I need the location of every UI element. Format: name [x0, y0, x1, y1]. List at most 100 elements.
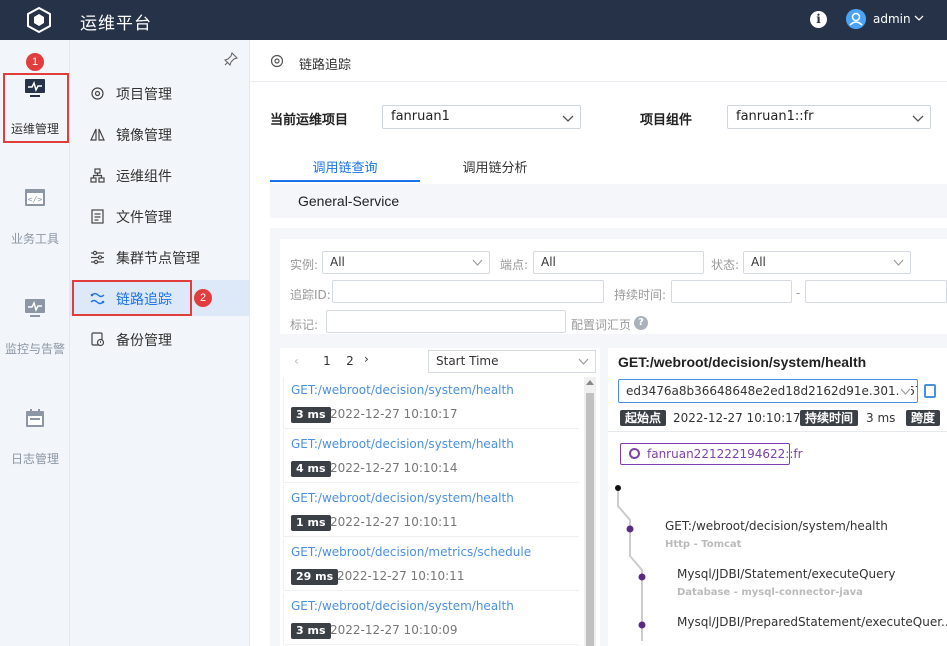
duration-max-input[interactable] — [805, 280, 947, 303]
code-window-icon: </> — [25, 189, 45, 206]
scroll-thumb[interactable] — [586, 393, 594, 646]
duration-value: 3 ms — [866, 411, 896, 425]
instance-select[interactable]: All — [322, 251, 490, 274]
gear-icon — [270, 54, 284, 68]
trace-time: 2022-12-27 10:10:09 — [330, 623, 458, 637]
trace-time: 2022-12-27 10:10:11 — [330, 515, 458, 529]
menu-item-link-trace[interactable]: 链路追踪 2 — [70, 280, 250, 316]
menu-item-cluster-nodes[interactable]: 集群节点管理 — [70, 239, 250, 275]
menu-item-label: 文件管理 — [116, 210, 172, 226]
chevron-down-icon — [900, 386, 911, 397]
file-icon — [91, 209, 104, 224]
trace-list-item[interactable]: GET:/webroot/decision/system/health 4 ms… — [283, 431, 579, 483]
trace-list-item[interactable]: GET:/webroot/decision/system/health 3 ms… — [283, 593, 579, 645]
start-value: 2022-12-27 10:10:17 — [673, 411, 801, 425]
help-icon[interactable]: ? — [634, 316, 648, 330]
rail-item-label: 业务工具 — [10, 232, 59, 246]
scroll-up-icon[interactable] — [586, 380, 594, 385]
menu-item-file-management[interactable]: 文件管理 — [70, 198, 250, 234]
filter-card: 实例: All 端点: All 状态: All 追踪ID: 持续时间: - 标记… — [280, 239, 947, 334]
pager-next-icon[interactable]: › — [364, 352, 369, 366]
service-bar: General-Service — [270, 184, 947, 218]
span-title[interactable]: Mysql/JDBI/Statement/executeQuery — [677, 567, 896, 581]
chevron-down-icon — [472, 259, 483, 266]
rail-item-label: 日志管理 — [10, 452, 59, 466]
info-icon[interactable]: i — [810, 11, 827, 28]
rail-item-logs[interactable]: 日志管理 — [0, 370, 70, 480]
menu-item-label: 运维组件 — [116, 169, 172, 185]
menu-item-label: 镜像管理 — [116, 128, 172, 144]
hierarchy-icon — [90, 168, 105, 183]
config-vocabulary-link[interactable]: 配置词汇页 — [571, 316, 631, 333]
rail-item-business-tools[interactable]: </> 业务工具 — [0, 150, 70, 260]
trace-list-scrollbar[interactable] — [584, 377, 596, 646]
menu-item-label: 链路追踪 — [116, 292, 172, 308]
mirror-triangle-icon — [90, 128, 105, 141]
trace-endpoint: GET:/webroot/decision/system/health — [291, 599, 514, 613]
menu-item-backup-management[interactable]: 备份管理 — [70, 321, 250, 357]
trace-duration-badge: 1 ms — [291, 515, 331, 531]
page-header: 链路追踪 — [250, 40, 947, 82]
span-subtitle: Database - mysql-connector-java — [677, 587, 863, 598]
menu-item-project-management[interactable]: 项目管理 — [70, 75, 250, 111]
component-circle-icon — [629, 448, 640, 459]
menu-item-ops-components[interactable]: 运维组件 — [70, 157, 250, 193]
span-subtitle: Http - Tomcat — [665, 539, 742, 550]
trace-endpoint: GET:/webroot/decision/metrics/schedule — [291, 545, 532, 559]
pulse-monitor-icon — [25, 299, 45, 317]
endpoint-label: 端点: — [500, 258, 529, 272]
tab-trace-query[interactable]: 调用链查询 — [270, 152, 420, 182]
span-tree-lines — [615, 485, 646, 641]
chevron-down-icon[interactable] — [913, 12, 925, 24]
tab-trace-analysis[interactable]: 调用链分析 — [420, 152, 570, 182]
pin-icon[interactable] — [224, 52, 238, 66]
rail-item-monitoring[interactable]: 监控与告警 — [0, 260, 70, 370]
user-avatar-icon[interactable] — [846, 9, 866, 29]
start-label-badge: 起始点 — [620, 410, 667, 426]
calendar-icon — [26, 409, 44, 427]
secondary-nav-menu: 项目管理 镜像管理 运维组件 文件管理 集群节点管理 链路追踪 2 备份管理 — [70, 40, 250, 646]
sort-select[interactable]: Start Time — [428, 350, 596, 373]
component-label: 项目组件 — [640, 113, 693, 128]
trace-id-input[interactable] — [332, 280, 604, 303]
component-select[interactable]: fanruan1::fr — [727, 105, 931, 129]
trace-duration-badge: 3 ms — [291, 407, 331, 423]
trace-list-item[interactable]: GET:/webroot/decision/system/health 1 ms… — [283, 485, 579, 537]
trace-id-select[interactable]: ed3476a8b36648648e2ed18d2162d91e.301.167… — [618, 379, 918, 403]
trace-duration-badge: 29 ms — [291, 569, 339, 585]
rail-item-ops[interactable]: 运维管理 1 — [0, 40, 70, 150]
trace-list-item[interactable]: GET:/webroot/decision/system/health 3 ms… — [283, 377, 579, 429]
trace-time: 2022-12-27 10:10:17 — [330, 407, 458, 421]
component-name: fanruan221222194622::fr — [647, 447, 803, 461]
status-select[interactable]: All — [743, 251, 911, 274]
menu-item-label: 备份管理 — [116, 333, 172, 349]
menu-item-image-management[interactable]: 镜像管理 — [70, 116, 250, 152]
pager-page[interactable]: 1 — [318, 352, 336, 370]
top-bar: 运维平台 i admin — [0, 0, 947, 40]
monitor-icon — [25, 79, 45, 97]
chevron-down-icon — [578, 358, 589, 365]
chevron-down-icon — [562, 115, 574, 122]
tag-input[interactable] — [326, 310, 566, 333]
trace-list-item[interactable]: GET:/webroot/decision/metrics/schedule 2… — [283, 539, 579, 591]
span-title[interactable]: GET:/webroot/decision/system/health — [665, 519, 888, 533]
gear-icon — [91, 87, 104, 100]
trace-duration-badge: 3 ms — [291, 623, 331, 639]
rail-item-label: 监控与告警 — [4, 342, 65, 356]
project-label: 当前运维项目 — [270, 113, 349, 128]
component-select-value: fanruan1::fr — [736, 109, 814, 124]
component-tag[interactable]: fanruan221222194622::fr — [620, 443, 803, 465]
user-name[interactable]: admin — [873, 12, 911, 26]
pager-prev-icon[interactable]: ‹ — [294, 354, 299, 368]
span-title[interactable]: Mysql/JDBI/PreparedStatement/executeQuer… — [677, 615, 947, 629]
sliders-icon — [91, 250, 104, 265]
trace-panel: 实例: All 端点: All 状态: All 追踪ID: 持续时间: - 标记… — [270, 228, 947, 646]
instance-value: All — [330, 255, 345, 269]
project-select[interactable]: fanruan1 — [382, 105, 581, 129]
pager-page[interactable]: 2 — [341, 352, 359, 370]
cube-logo-icon — [27, 6, 51, 34]
duration-min-input[interactable] — [671, 280, 792, 303]
rail-item-label: 运维管理 — [10, 122, 59, 136]
copy-icon[interactable] — [924, 384, 936, 398]
endpoint-input[interactable]: All — [533, 251, 704, 274]
